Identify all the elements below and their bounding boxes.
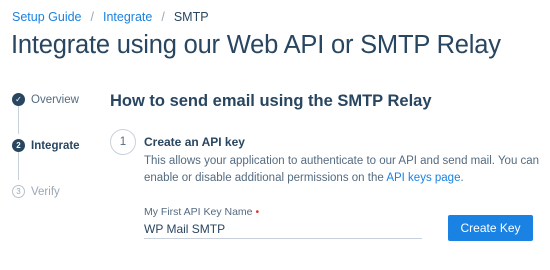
step-verify: 3 Verify <box>12 185 60 198</box>
breadcrumb: Setup Guide / Integrate / SMTP <box>12 10 209 24</box>
api-key-name-label: My First API Key Name • <box>144 206 259 218</box>
api-keys-page-link[interactable]: API keys page <box>386 172 460 184</box>
substep-description: This allows your application to authenti… <box>144 153 544 187</box>
step-overview[interactable]: ✓ Overview <box>12 93 79 106</box>
stepper-connector <box>18 152 19 180</box>
substep-title: Create an API key <box>144 135 245 149</box>
checkmark-icon: ✓ <box>12 93 25 106</box>
step-integrate[interactable]: 2 Integrate <box>12 139 80 152</box>
substep-number: 1 <box>110 129 136 155</box>
page-title: Integrate using our Web API or SMTP Rela… <box>11 31 501 59</box>
section-title: How to send email using the SMTP Relay <box>110 92 432 110</box>
required-indicator: • <box>255 206 260 218</box>
create-key-button[interactable]: Create Key <box>448 215 533 241</box>
description-text: This allows your application to authenti… <box>144 155 540 184</box>
step-label: Integrate <box>31 139 80 152</box>
step-number: 3 <box>12 185 25 198</box>
stepper-connector <box>18 105 19 134</box>
breadcrumb-link-integrate[interactable]: Integrate <box>103 10 152 24</box>
description-text: . <box>460 172 464 184</box>
step-number: 2 <box>12 139 25 152</box>
step-label: Overview <box>31 93 79 106</box>
field-label-text: My First API Key Name <box>144 206 253 218</box>
breadcrumb-current: SMTP <box>173 10 209 24</box>
breadcrumb-separator: / <box>90 10 94 24</box>
api-key-name-input[interactable] <box>144 219 422 239</box>
step-label: Verify <box>31 185 60 198</box>
breadcrumb-link-setup-guide[interactable]: Setup Guide <box>12 10 82 24</box>
breadcrumb-separator: / <box>161 10 165 24</box>
